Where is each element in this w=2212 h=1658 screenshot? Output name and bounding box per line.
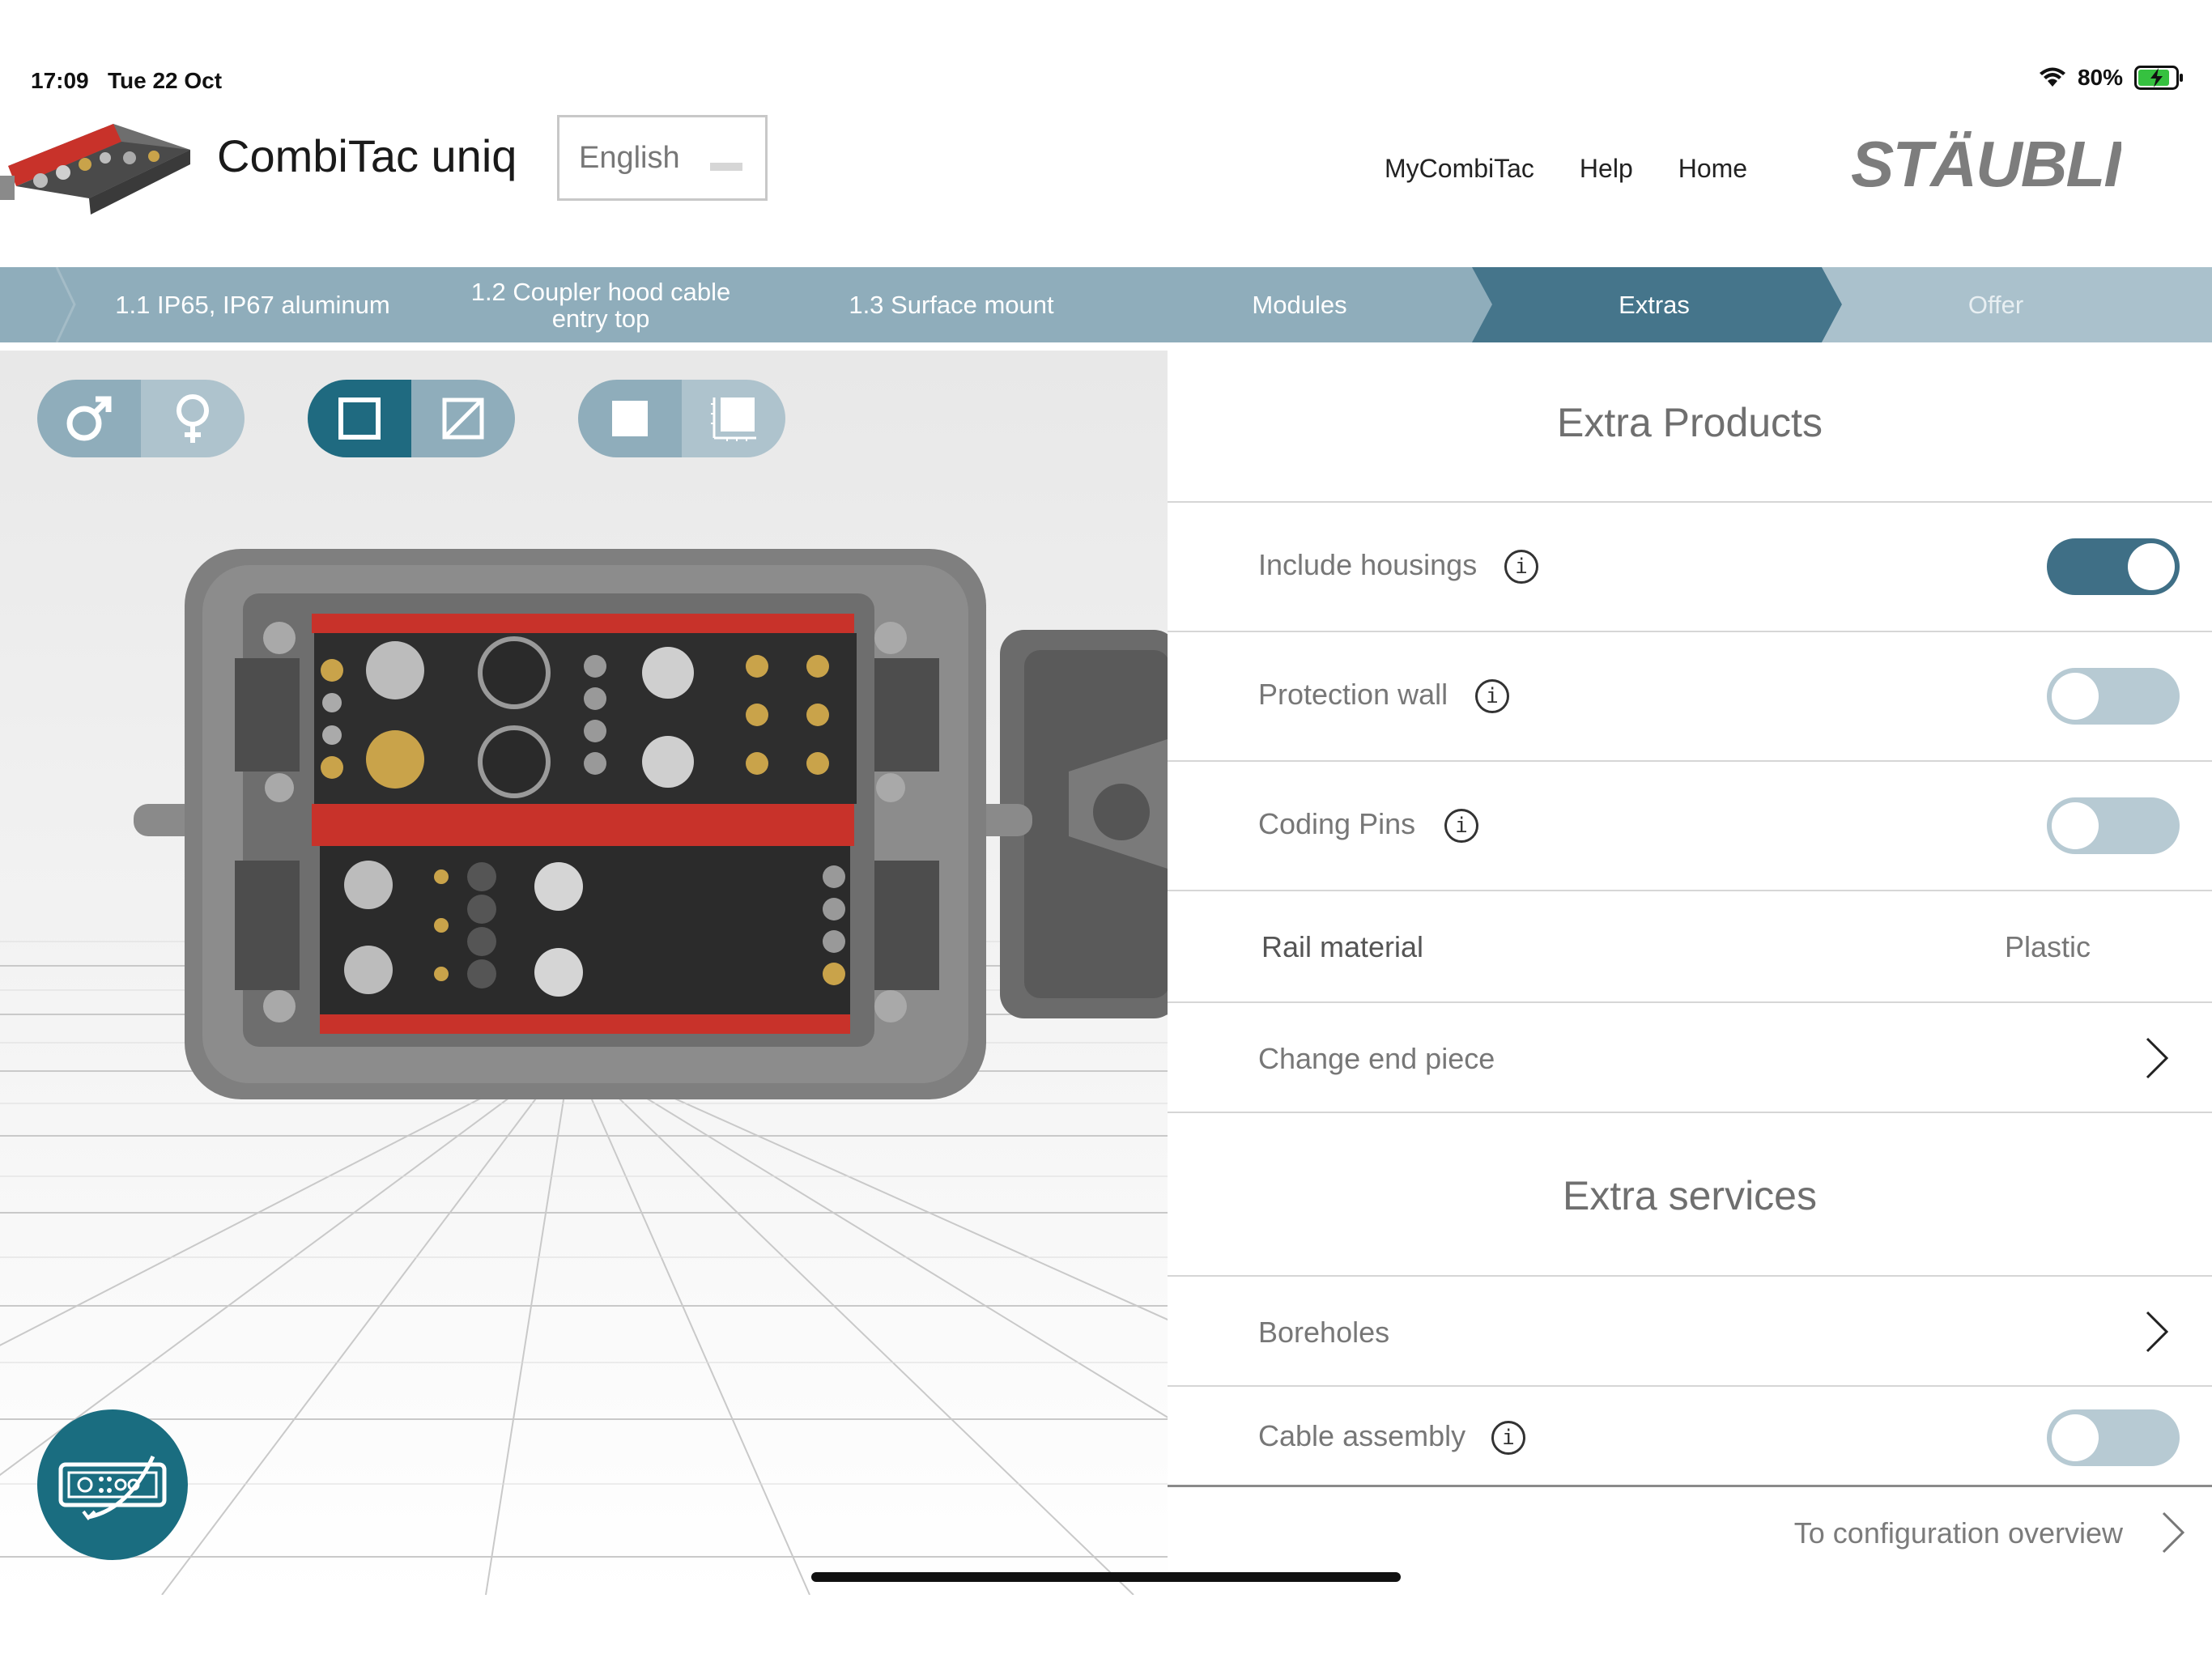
row-include-housings: Include housings i: [1168, 503, 2212, 632]
display-option-solid[interactable]: [578, 380, 682, 457]
step-1-2[interactable]: 1.2 Coupler hood cable entry top: [447, 267, 755, 342]
row-boreholes[interactable]: Boreholes: [1168, 1277, 2212, 1387]
connector-view-button[interactable]: [37, 1409, 188, 1560]
app-screen: 17:09 Tue 22 Oct 80% CombiTac uniq Engli…: [0, 0, 2212, 1658]
status-bar: 17:09 Tue 22 Oct 80%: [0, 0, 2212, 93]
extra-products-title: Extra Products: [1557, 400, 1823, 445]
protection-wall-label: Protection wall: [1258, 678, 1448, 711]
square-slash-icon: [442, 397, 484, 440]
cable-assembly-switch[interactable]: [2047, 1409, 2180, 1466]
info-icon[interactable]: i: [1491, 1421, 1525, 1455]
include-housings-switch[interactable]: [2047, 538, 2180, 595]
top-nav: MyCombiTac Help Home: [1385, 154, 1747, 184]
battery-percent: 80%: [2077, 65, 2123, 90]
configuration-overview-link[interactable]: To configuration overview: [1794, 1516, 2123, 1550]
language-value: English: [579, 140, 680, 175]
3d-viewer[interactable]: [0, 351, 1168, 1595]
protection-wall-switch[interactable]: [2047, 668, 2180, 725]
row-change-end-piece[interactable]: Change end piece: [1168, 1003, 2212, 1113]
view-option-open[interactable]: [308, 380, 411, 457]
app-title: CombiTac uniq: [217, 130, 517, 181]
step-extras[interactable]: Extras: [1492, 267, 1816, 342]
male-option[interactable]: [37, 380, 141, 457]
view-toggle: [308, 380, 515, 457]
boreholes-label: Boreholes: [1258, 1316, 1390, 1349]
switch-knob: [2052, 802, 2099, 849]
product-thumbnail: [0, 124, 190, 215]
connector-rotate-icon: [58, 1455, 167, 1521]
change-end-piece-label: Change end piece: [1258, 1042, 1495, 1075]
switch-knob: [2128, 543, 2175, 590]
step-1-3[interactable]: 1.3 Surface mount: [793, 267, 1109, 342]
female-icon: [177, 394, 209, 443]
coding-pins-label: Coding Pins: [1258, 807, 1416, 840]
viewer-scene: [0, 351, 1168, 1595]
nav-home[interactable]: Home: [1678, 154, 1747, 184]
chevron-right-icon: [2146, 1037, 2169, 1079]
info-icon[interactable]: i: [1475, 679, 1509, 713]
row-rail-material[interactable]: Rail material Plastic: [1168, 891, 2212, 1003]
row-protection-wall: Protection wall i: [1168, 632, 2212, 762]
ruler-square-icon: [711, 397, 756, 441]
status-clock: 17:09: [31, 68, 89, 93]
dropdown-caret-icon: [710, 163, 742, 171]
app-header: CombiTac uniq English MyCombiTac Help Ho…: [0, 97, 2212, 267]
square-icon: [338, 397, 381, 440]
info-icon[interactable]: i: [1444, 809, 1478, 843]
row-coding-pins: Coding Pins i: [1168, 762, 2212, 891]
info-icon[interactable]: i: [1504, 550, 1538, 584]
extra-services-title: Extra services: [1563, 1173, 1817, 1218]
switch-knob: [2052, 1414, 2099, 1461]
cable-assembly-label: Cable assembly: [1258, 1419, 1466, 1452]
rail-material-label: Rail material: [1261, 930, 1424, 963]
male-icon: [66, 396, 112, 441]
include-housings-label: Include housings: [1258, 548, 1478, 581]
step-progress-bar: 1.1 IP65, IP67 aluminum 1.2 Coupler hood…: [0, 267, 2212, 342]
row-cable-assembly: Cable assembly i: [1168, 1387, 2212, 1487]
female-option[interactable]: [141, 380, 245, 457]
nav-mycombitac[interactable]: MyCombiTac: [1385, 154, 1534, 184]
staubli-logo: STÄUBLI: [1851, 128, 2121, 200]
home-indicator[interactable]: [811, 1572, 1401, 1582]
battery-charging-icon: [2134, 66, 2183, 90]
display-option-dimension[interactable]: [682, 380, 785, 457]
rail-material-value: Plastic: [2004, 930, 2091, 963]
step-modules[interactable]: Modules: [1134, 267, 1465, 342]
display-toggle: [578, 380, 785, 457]
step-1-1[interactable]: 1.1 IP65, IP67 aluminum: [74, 267, 431, 342]
status-time: 17:09 Tue 22 Oct: [31, 68, 222, 94]
filled-square-icon: [612, 401, 648, 436]
wifi-icon: [2039, 67, 2065, 87]
logo-text: STÄUBLI: [1851, 128, 2121, 200]
switch-knob: [2052, 673, 2099, 720]
status-date: Tue 22 Oct: [107, 68, 223, 93]
coding-pins-switch[interactable]: [2047, 797, 2180, 854]
step-offer[interactable]: Offer: [1846, 267, 2146, 342]
nav-help[interactable]: Help: [1580, 154, 1633, 184]
chevron-right-icon: [2146, 1311, 2169, 1353]
chevron-right-icon[interactable]: [2157, 1508, 2189, 1557]
gender-toggle: [37, 380, 245, 457]
language-select[interactable]: English: [557, 115, 768, 201]
status-indicators: 80%: [2039, 65, 2184, 91]
extras-panel: Extra Products Include housings i Protec…: [1168, 351, 2212, 1595]
view-option-closed[interactable]: [411, 380, 515, 457]
